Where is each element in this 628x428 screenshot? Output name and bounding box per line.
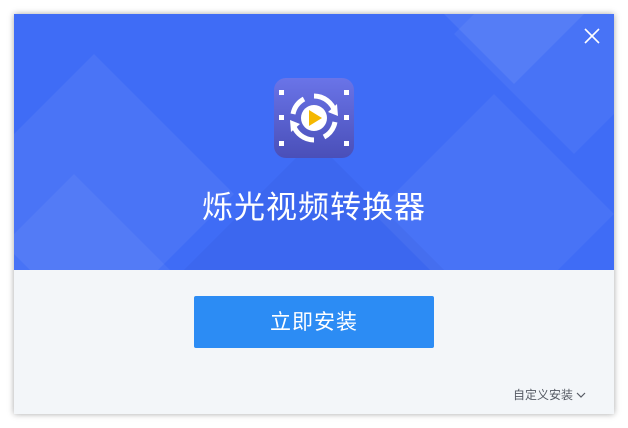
close-button[interactable] <box>582 26 602 46</box>
video-converter-app-icon <box>274 78 354 158</box>
installer-window: 烁光视频转换器 立即安装 自定义安装 <box>14 14 614 414</box>
custom-install-link[interactable]: 自定义安装 <box>513 386 586 403</box>
install-now-button[interactable]: 立即安装 <box>194 296 434 348</box>
close-icon <box>584 28 600 44</box>
header-banner: 烁光视频转换器 <box>14 14 614 270</box>
custom-install-label: 自定义安装 <box>512 388 573 402</box>
chevron-down-icon <box>576 392 586 398</box>
app-title: 烁光视频转换器 <box>202 190 426 226</box>
